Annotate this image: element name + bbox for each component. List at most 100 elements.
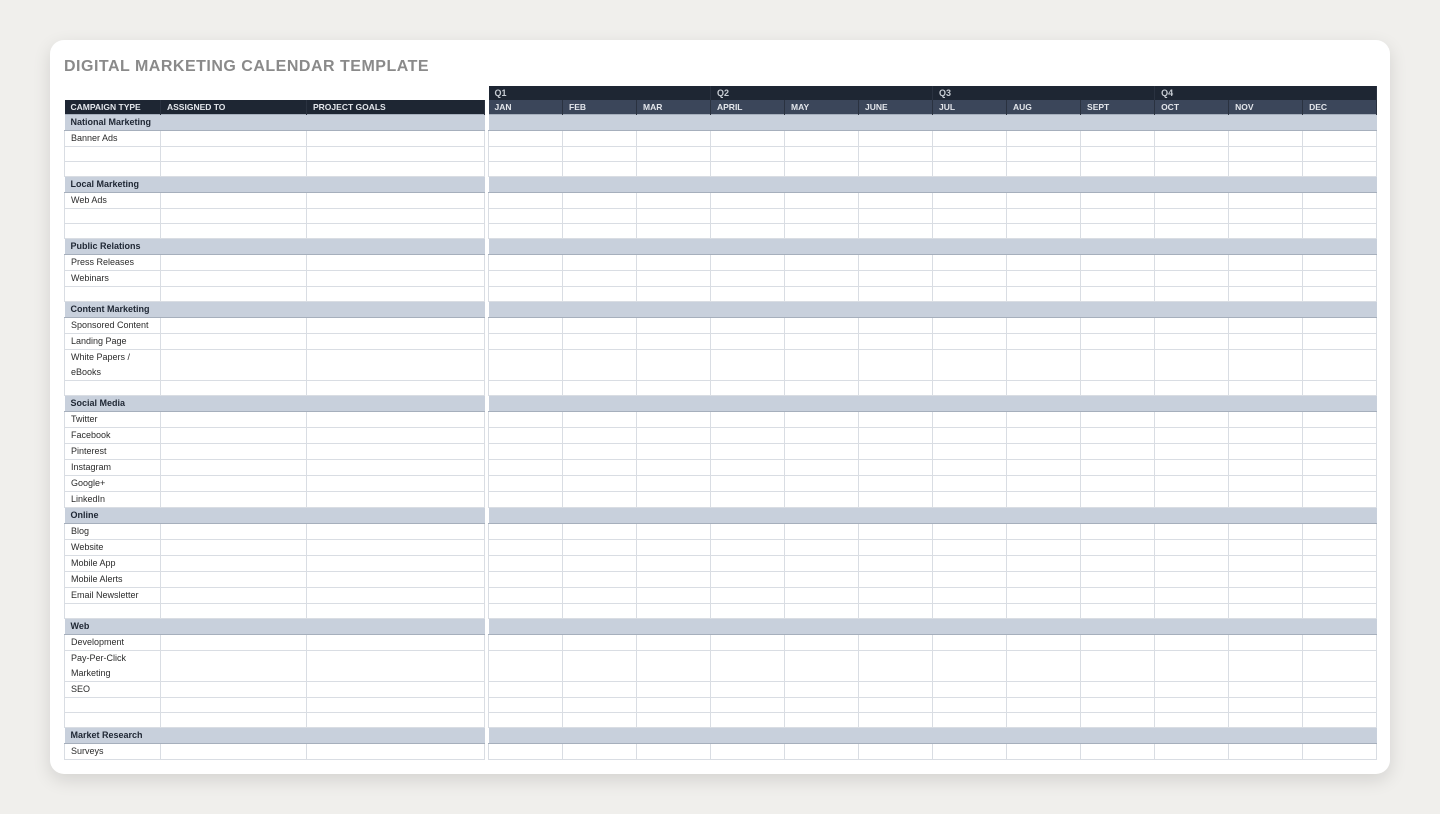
project-goals-cell[interactable]: [307, 744, 485, 760]
month-cell[interactable]: [785, 698, 859, 713]
month-cell[interactable]: [785, 682, 859, 698]
month-cell[interactable]: [1007, 147, 1081, 162]
month-cell[interactable]: [563, 428, 637, 444]
month-cell[interactable]: [933, 193, 1007, 209]
month-cell[interactable]: [785, 492, 859, 508]
month-cell[interactable]: [1303, 713, 1377, 728]
assigned-to-cell[interactable]: [161, 271, 307, 287]
month-cell[interactable]: [637, 334, 711, 350]
month-cell[interactable]: [637, 193, 711, 209]
month-cell[interactable]: [489, 131, 563, 147]
month-cell[interactable]: [711, 604, 785, 619]
month-cell[interactable]: [563, 147, 637, 162]
month-cell[interactable]: [859, 412, 933, 428]
assigned-to-cell[interactable]: [161, 492, 307, 508]
assigned-to-cell[interactable]: [161, 682, 307, 698]
month-cell[interactable]: [1081, 540, 1155, 556]
month-cell[interactable]: [785, 713, 859, 728]
month-cell[interactable]: [711, 744, 785, 760]
project-goals-cell[interactable]: [307, 318, 485, 334]
month-cell[interactable]: [1229, 651, 1303, 682]
project-goals-cell[interactable]: [307, 588, 485, 604]
month-cell[interactable]: [859, 271, 933, 287]
project-goals-cell[interactable]: [307, 698, 485, 713]
month-cell[interactable]: [563, 588, 637, 604]
month-cell[interactable]: [1007, 318, 1081, 334]
assigned-to-cell[interactable]: [161, 444, 307, 460]
month-cell[interactable]: [637, 540, 711, 556]
month-cell[interactable]: [1007, 713, 1081, 728]
month-cell[interactable]: [1155, 271, 1229, 287]
month-cell[interactable]: [933, 698, 1007, 713]
month-cell[interactable]: [711, 682, 785, 698]
month-cell[interactable]: [933, 713, 1007, 728]
month-cell[interactable]: [563, 209, 637, 224]
month-cell[interactable]: [933, 444, 1007, 460]
month-cell[interactable]: [1303, 318, 1377, 334]
assigned-to-cell[interactable]: [161, 350, 307, 381]
assigned-to-cell[interactable]: [161, 556, 307, 572]
campaign-type-cell[interactable]: Instagram: [65, 460, 161, 476]
month-cell[interactable]: [1229, 287, 1303, 302]
month-cell[interactable]: [1229, 162, 1303, 177]
project-goals-cell[interactable]: [307, 412, 485, 428]
assigned-to-cell[interactable]: [161, 572, 307, 588]
month-cell[interactable]: [637, 224, 711, 239]
month-cell[interactable]: [489, 271, 563, 287]
month-cell[interactable]: [563, 444, 637, 460]
month-cell[interactable]: [1007, 682, 1081, 698]
month-cell[interactable]: [563, 651, 637, 682]
month-cell[interactable]: [859, 147, 933, 162]
project-goals-cell[interactable]: [307, 556, 485, 572]
month-cell[interactable]: [563, 412, 637, 428]
month-cell[interactable]: [489, 540, 563, 556]
month-cell[interactable]: [1229, 350, 1303, 381]
month-cell[interactable]: [1081, 744, 1155, 760]
month-cell[interactable]: [563, 540, 637, 556]
month-cell[interactable]: [933, 744, 1007, 760]
month-cell[interactable]: [711, 476, 785, 492]
month-cell[interactable]: [637, 572, 711, 588]
assigned-to-cell[interactable]: [161, 604, 307, 619]
month-cell[interactable]: [785, 334, 859, 350]
month-cell[interactable]: [1007, 635, 1081, 651]
month-cell[interactable]: [637, 476, 711, 492]
campaign-type-cell[interactable]: Email Newsletter: [65, 588, 161, 604]
month-cell[interactable]: [489, 635, 563, 651]
month-cell[interactable]: [1081, 476, 1155, 492]
campaign-type-cell[interactable]: Twitter: [65, 412, 161, 428]
month-cell[interactable]: [1229, 588, 1303, 604]
month-cell[interactable]: [859, 713, 933, 728]
month-cell[interactable]: [711, 698, 785, 713]
campaign-type-cell[interactable]: [65, 381, 161, 396]
month-cell[interactable]: [859, 682, 933, 698]
month-cell[interactable]: [859, 698, 933, 713]
month-cell[interactable]: [1155, 698, 1229, 713]
month-cell[interactable]: [1007, 476, 1081, 492]
month-cell[interactable]: [933, 556, 1007, 572]
month-cell[interactable]: [1229, 744, 1303, 760]
month-cell[interactable]: [1007, 524, 1081, 540]
month-cell[interactable]: [637, 412, 711, 428]
campaign-type-cell[interactable]: Webinars: [65, 271, 161, 287]
month-cell[interactable]: [933, 131, 1007, 147]
month-cell[interactable]: [1229, 381, 1303, 396]
month-cell[interactable]: [1081, 444, 1155, 460]
month-cell[interactable]: [1155, 651, 1229, 682]
month-cell[interactable]: [1155, 428, 1229, 444]
month-cell[interactable]: [933, 412, 1007, 428]
month-cell[interactable]: [1007, 540, 1081, 556]
month-cell[interactable]: [563, 334, 637, 350]
month-cell[interactable]: [563, 271, 637, 287]
month-cell[interactable]: [859, 224, 933, 239]
month-cell[interactable]: [785, 193, 859, 209]
month-cell[interactable]: [859, 381, 933, 396]
assigned-to-cell[interactable]: [161, 713, 307, 728]
month-cell[interactable]: [711, 460, 785, 476]
month-cell[interactable]: [1007, 572, 1081, 588]
month-cell[interactable]: [637, 682, 711, 698]
month-cell[interactable]: [785, 318, 859, 334]
month-cell[interactable]: [785, 271, 859, 287]
month-cell[interactable]: [1229, 193, 1303, 209]
month-cell[interactable]: [785, 428, 859, 444]
